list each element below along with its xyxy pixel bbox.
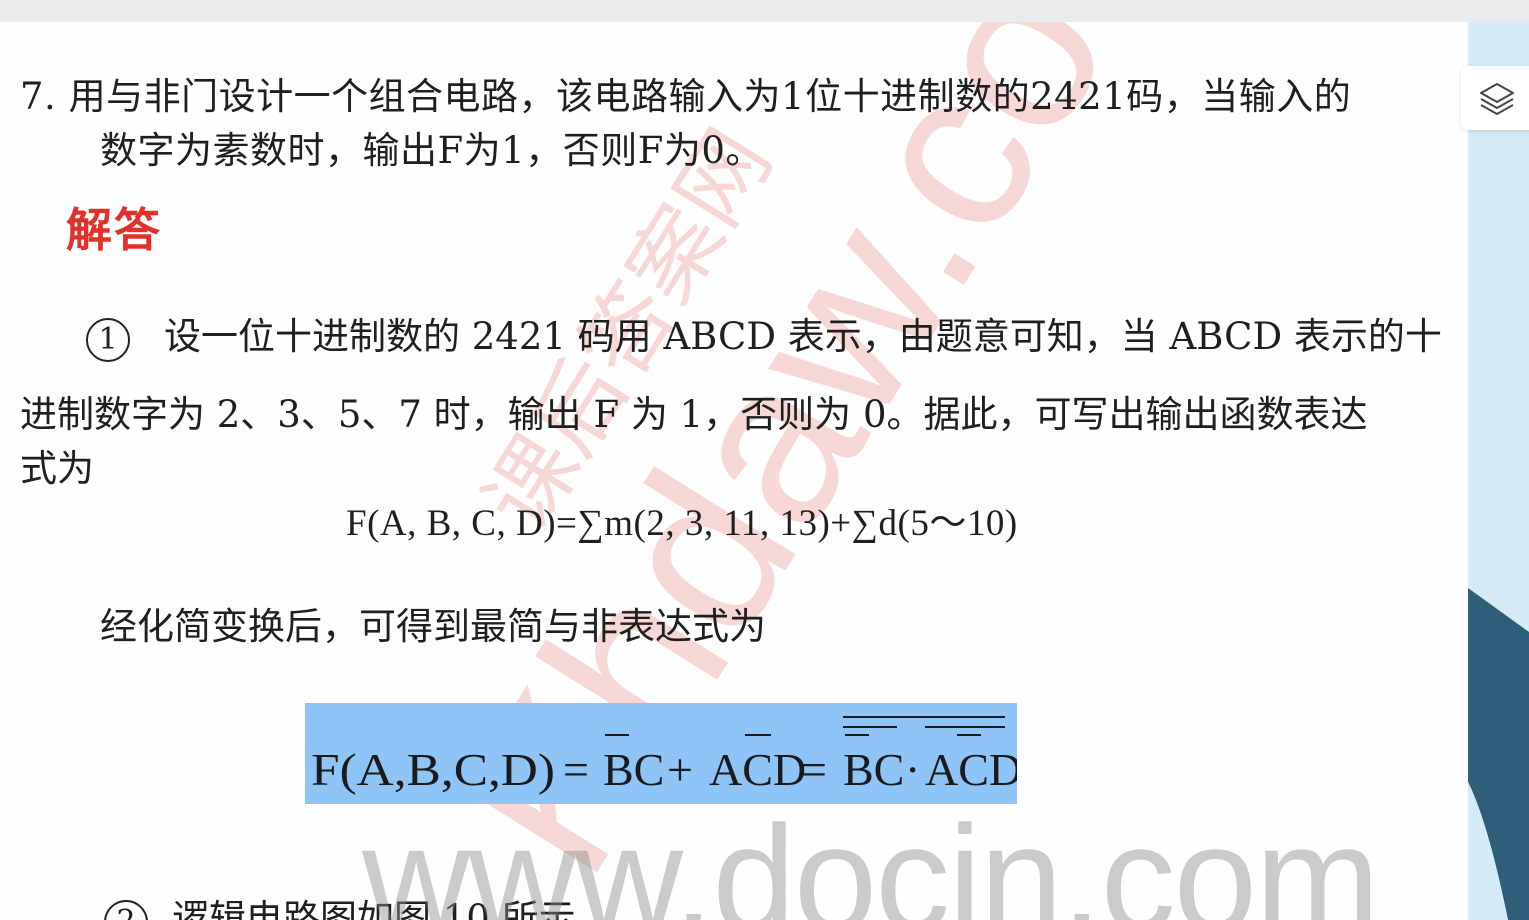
sidebar-decoration: [1468, 588, 1529, 920]
eq2-term-bc-2: BC: [843, 744, 904, 795]
eq2-dot: ·: [905, 744, 920, 795]
function-equation: F(A, B, C, D)=∑m(2, 3, 11, 13)+∑d(5～10): [346, 503, 1018, 544]
docin-watermark: www.docin.com: [362, 794, 1380, 920]
question-line-1: 7. 用与非门设计一个组合电路，该电路输入为1位十进制数的2421码，当输入的: [20, 75, 1352, 118]
document-page: 课后答案网 Khdaw.co 7. 用与非门设计一个组合电路，该电路输入为1位十…: [0, 22, 1468, 920]
eq2-plus: +: [667, 744, 693, 795]
top-toolbar-strip: [0, 0, 1529, 23]
eq2-equals-1: =: [563, 744, 589, 795]
eq2-term-acd: ACD: [709, 744, 806, 795]
step1-line-2: 进制数字为 2、3、5、7 时，输出 F 为 1，否则为 0。据此，可写出输出函…: [20, 393, 1368, 436]
answer-heading: 解答: [66, 203, 162, 257]
step1-line-3: 式为: [20, 447, 94, 490]
layers-icon: [1480, 83, 1514, 115]
step1-line-1: 1 设一位十进制数的 2421 码用 ABCD 表示，由题意可知，当 ABCD 表…: [86, 306, 1442, 362]
layers-button[interactable]: [1461, 66, 1529, 130]
simplification-text: 经化简变换后，可得到最简与非表达式为: [100, 605, 766, 648]
nand-equation: F(A,B,C,D) = BC + ACD = BC · ACD: [311, 716, 1017, 795]
eq2-term-acd-2: ACD: [925, 744, 1017, 795]
question-line-2: 数字为素数时，输出F为1，否则F为0。: [100, 129, 763, 172]
step2-marker: 2: [104, 899, 148, 920]
eq2-term-bc: BC: [603, 744, 664, 795]
eq2-equals-2: =: [801, 744, 827, 795]
step1-marker: 1: [86, 317, 130, 362]
right-sidebar: [1468, 22, 1529, 920]
step1-line-1-text: 设一位十进制数的 2421 码用 ABCD 表示，由题意可知，当 ABCD 表示…: [164, 315, 1442, 358]
eq2-lhs: F(A,B,C,D): [311, 744, 555, 795]
